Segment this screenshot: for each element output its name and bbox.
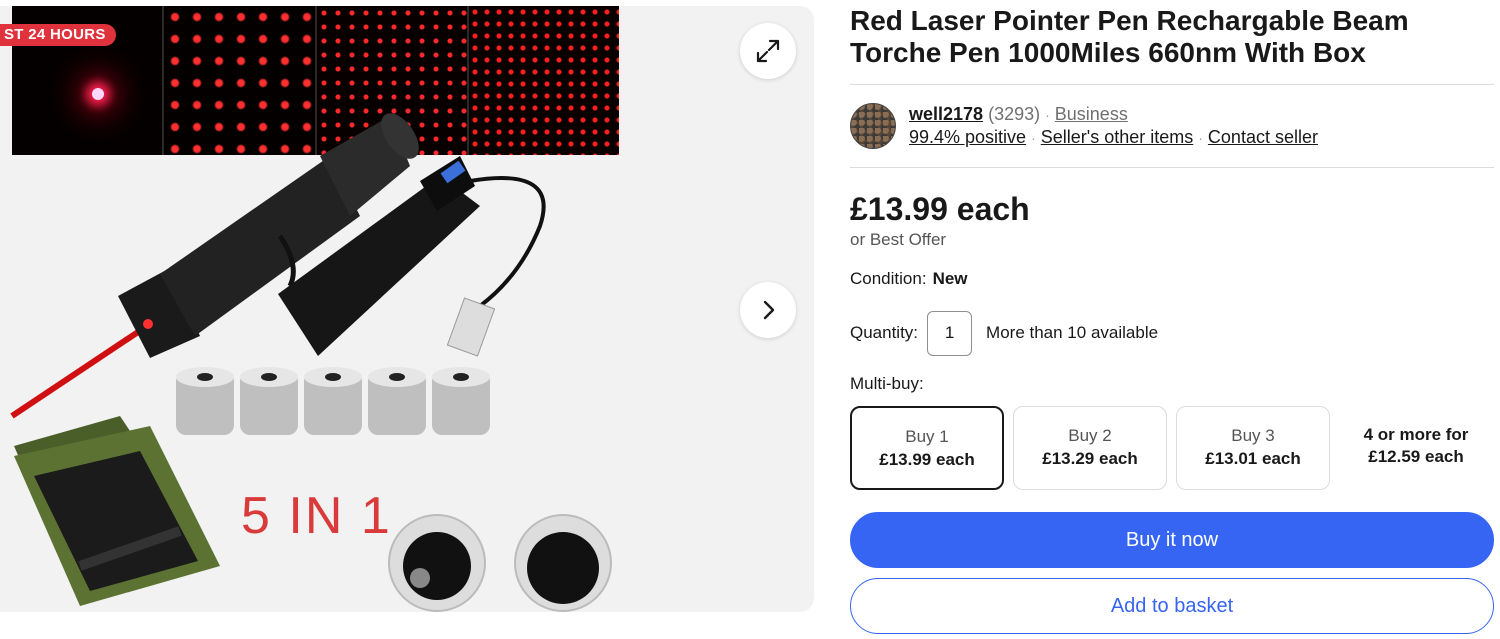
quantity-row: Quantity: More than 10 available	[850, 310, 1158, 356]
expand-image-button[interactable]	[740, 23, 796, 79]
multibuy-more-line-2: £12.59 each	[1368, 447, 1464, 466]
quantity-label: Quantity:	[850, 323, 919, 342]
multibuy-option-4-or-more: 4 or more for £12.59 each	[1350, 424, 1482, 468]
storage-case	[14, 416, 220, 606]
multibuy-price: £13.01 each	[1205, 449, 1301, 468]
next-image-button[interactable]	[740, 282, 796, 338]
sale-badge: ST 24 HOURS	[0, 24, 116, 46]
multibuy-option-buy-2[interactable]: Buy 2 £13.29 each	[1013, 406, 1167, 490]
multibuy-qty: Buy 3	[1231, 426, 1275, 445]
quantity-available: More than 10 available	[986, 323, 1159, 342]
quantity-input[interactable]	[927, 310, 973, 356]
condition-row: Condition: New	[850, 269, 968, 289]
lens-caps	[176, 367, 490, 435]
chevron-right-icon	[763, 300, 775, 320]
multibuy-qty: Buy 1	[905, 427, 949, 446]
laser-beam	[10, 321, 152, 419]
product-image-gallery[interactable]: ST 24 HOURS 5 IN 1	[0, 6, 814, 612]
multibuy-option-buy-1[interactable]: Buy 1 £13.99 each	[850, 406, 1004, 490]
condition-label: Condition:	[850, 269, 927, 288]
add-to-basket-button[interactable]: Add to basket	[850, 578, 1494, 634]
detail-closeups	[388, 514, 612, 612]
expand-icon	[756, 39, 780, 63]
condition-value: New	[932, 269, 968, 288]
multibuy-more-line-1: 4 or more for	[1363, 425, 1469, 444]
multibuy-price: £13.99 each	[879, 450, 975, 469]
buy-it-now-button[interactable]: Buy it now	[850, 512, 1494, 568]
multibuy-option-buy-3[interactable]: Buy 3 £13.01 each	[1176, 406, 1330, 490]
multibuy-qty: Buy 2	[1068, 426, 1112, 445]
purchase-panel: Condition: New Quantity: More than 10 ava…	[850, 0, 1494, 639]
multibuy-price: £13.29 each	[1042, 449, 1138, 468]
multibuy-label: Multi-buy:	[850, 374, 924, 393]
product-photo	[10, 113, 612, 612]
image-caption: 5 IN 1	[241, 487, 392, 545]
